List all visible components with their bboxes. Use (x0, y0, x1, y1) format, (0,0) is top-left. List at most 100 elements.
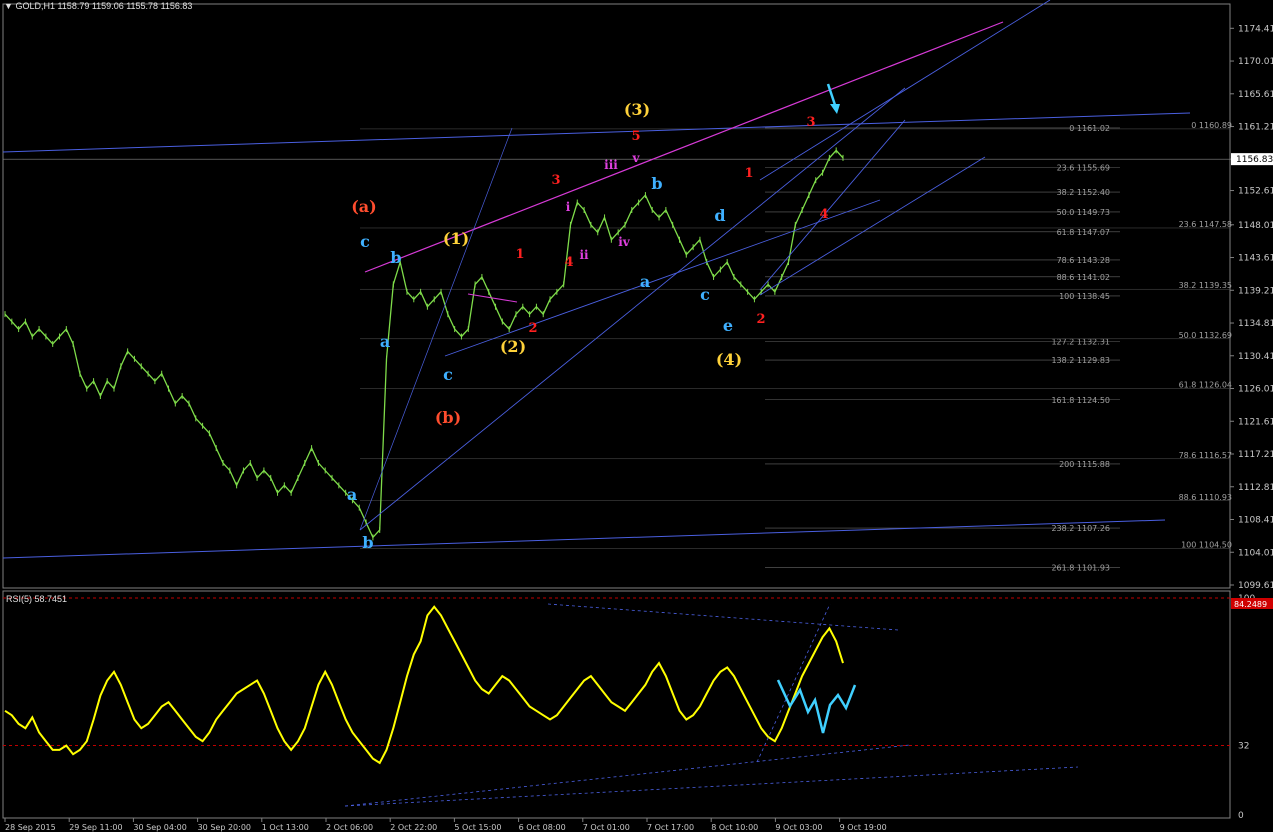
wave-label: (4) (716, 350, 742, 369)
wave-label: 2 (528, 321, 537, 336)
wave-label: 4 (564, 255, 573, 270)
x-tick-label: 28 Sep 2015 (5, 823, 56, 832)
trend-line (2, 112, 1191, 153)
fib-level-label: 23.6 1147.58 (1179, 220, 1232, 229)
x-tick-label: 30 Sep 04:00 (133, 823, 186, 832)
fib-level-label: 50.0 1132.69 (1179, 331, 1232, 340)
fib-level-label: 238.2 1107.26 (1051, 524, 1110, 533)
fib-level-label: 0 1160.89 (1191, 121, 1232, 130)
wave-label: 1 (744, 166, 753, 181)
wave-label: a (380, 332, 390, 351)
wave-label: v (632, 151, 641, 165)
y-tick-label: 1139.21 (1238, 286, 1273, 296)
x-tick-label: 2 Oct 22:00 (390, 823, 437, 832)
wave-label: d (714, 206, 725, 225)
wave-label: 1 (515, 247, 524, 262)
y-tick-label: 1174.41 (1238, 24, 1273, 34)
wave-label: 5 (631, 129, 640, 144)
wave-label: 2 (756, 312, 765, 327)
y-tick-label: 1117.21 (1238, 450, 1273, 460)
y-tick-label: 1112.81 (1238, 483, 1273, 493)
rsi-trend-line (756, 603, 831, 763)
x-tick-label: 29 Sep 11:00 (69, 823, 122, 832)
wave-label: 3 (551, 173, 560, 188)
trend-line (444, 199, 881, 357)
ohlc-readout: 1158.79 1159.06 1155.78 1156.83 (57, 1, 193, 11)
wave-label: c (443, 365, 453, 384)
fib-level-label: 78.6 1143.28 (1057, 256, 1110, 265)
wave-label: i (566, 200, 571, 214)
wave-label: (3) (624, 100, 650, 119)
wave-label: c (360, 232, 370, 251)
trend-line (759, 119, 906, 291)
rsi-series (4, 605, 844, 765)
wave-label: b (390, 248, 401, 267)
wave-label: iii (604, 158, 618, 172)
fib-level-label: 61.8 1126.04 (1179, 380, 1232, 389)
fib-level-label: 138.2 1129.83 (1051, 356, 1110, 365)
chart-header: ▼ GOLD,H1 1158.79 1159.06 1155.78 1156.8… (4, 1, 192, 11)
x-tick-label: 6 Oct 08:00 (519, 823, 566, 832)
price-chart: 1174.41 1170.01 1165.61 1161.21 1156.83 1152.… (2, 0, 1273, 832)
wave-label: b (362, 533, 373, 552)
y-tick-label: 1099.61 (1238, 581, 1273, 591)
y-tick-label: 1161.21 (1238, 123, 1273, 133)
x-tick-label: 30 Sep 20:00 (198, 823, 251, 832)
wave-label: c (700, 285, 710, 304)
y-tick-label: 1170.01 (1238, 57, 1273, 67)
fib-level-label: 88.6 1110.93 (1179, 493, 1232, 502)
x-tick-label: 9 Oct 19:00 (840, 823, 887, 832)
wave-label: iv (618, 235, 631, 249)
y-tick-label: 1121.61 (1238, 417, 1273, 427)
symbol-label: GOLD,H1 (15, 1, 55, 11)
wave-label: ii (579, 248, 589, 262)
x-tick-label: 2 Oct 06:00 (326, 823, 373, 832)
fib-level-label: 161.8 1124.50 (1051, 396, 1110, 405)
wave-label: a (347, 485, 357, 504)
y-tick-label: 1165.61 (1238, 90, 1273, 100)
wave-label: b (651, 174, 662, 193)
x-tick-label: 9 Oct 03:00 (775, 823, 822, 832)
rsi-trend-line (547, 603, 899, 631)
y-tick-label: 1126.01 (1238, 385, 1273, 395)
dropdown-arrow-icon[interactable]: ▼ (4, 1, 13, 11)
fib-level-label: 0 1161.02 (1069, 124, 1110, 133)
wave-label: 4 (819, 207, 828, 222)
fib-level-label: 261.8 1101.93 (1051, 564, 1110, 573)
wave-label: (1) (443, 229, 469, 248)
x-tick-label: 1 Oct 13:00 (262, 823, 309, 832)
rsi-title: RSI(5) 58.7451 (6, 594, 68, 604)
fib-level-label: 50.0 1149.73 (1057, 208, 1110, 217)
trend-line (759, 0, 1051, 181)
y-tick-label: 1143.61 (1238, 254, 1273, 264)
fib-level-label: 61.8 1147.07 (1057, 228, 1110, 237)
x-tick-label: 7 Oct 01:00 (583, 823, 630, 832)
fib-level-label: 200 1115.88 (1059, 460, 1110, 469)
y-tick-label: 1152.61 (1238, 187, 1273, 197)
current-price-label: 1156.83 (1236, 155, 1273, 165)
rsi-value-label: 84.2489 (1234, 600, 1267, 609)
y-tick-label: 1104.01 (1238, 548, 1273, 558)
rsi-level-label: 32 (1238, 742, 1249, 752)
wave-label: (b) (435, 408, 461, 427)
rsi-trend-line (344, 766, 1079, 807)
fib-level-label: 78.6 1116.57 (1179, 451, 1232, 460)
down-arrow-icon (830, 104, 840, 114)
fib-level-label: 38.2 1152.40 (1057, 188, 1110, 197)
x-tick-label: 5 Oct 15:00 (454, 823, 501, 832)
fib-level-label: 38.2 1139.35 (1179, 281, 1232, 290)
wave-label: a (640, 272, 650, 291)
fib-level-label: 100 1138.45 (1059, 292, 1110, 301)
y-tick-label: 1148.01 (1238, 221, 1273, 231)
wave-label: (a) (351, 197, 377, 216)
y-tick-label: 1130.41 (1238, 352, 1273, 362)
rsi-level-label: 0 (1238, 811, 1244, 821)
fib-level-label: 88.6 1141.02 (1057, 273, 1110, 282)
wave-label: 3 (806, 115, 815, 130)
trend-line (359, 127, 513, 531)
cyan-zigzag-line (776, 679, 857, 734)
rsi-trend-line (344, 744, 911, 807)
y-tick-label: 1108.41 (1238, 516, 1273, 526)
fib-level-label: 23.6 1155.69 (1057, 164, 1110, 173)
x-tick-label: 8 Oct 10:00 (711, 823, 758, 832)
